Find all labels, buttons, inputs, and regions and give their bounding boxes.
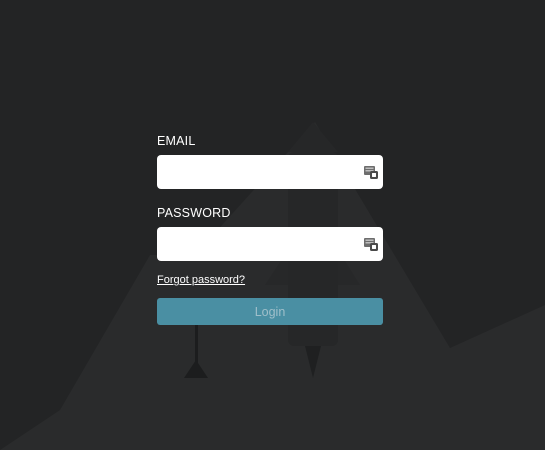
- login-form: EMAIL PASSWORD Forgot password? Login: [157, 133, 383, 325]
- email-label: EMAIL: [157, 134, 196, 148]
- password-input[interactable]: [157, 227, 383, 261]
- password-field-wrapper: [157, 227, 383, 261]
- password-manager-autofill-icon[interactable]: [364, 166, 378, 179]
- email-field-wrapper: [157, 155, 383, 189]
- login-page: EMAIL PASSWORD Forgot password? Login: [0, 0, 545, 450]
- login-button[interactable]: Login: [157, 298, 383, 325]
- email-input[interactable]: [157, 155, 383, 189]
- forgot-password-link[interactable]: Forgot password?: [157, 273, 383, 287]
- password-label: PASSWORD: [157, 206, 231, 220]
- password-manager-autofill-icon[interactable]: [364, 238, 378, 251]
